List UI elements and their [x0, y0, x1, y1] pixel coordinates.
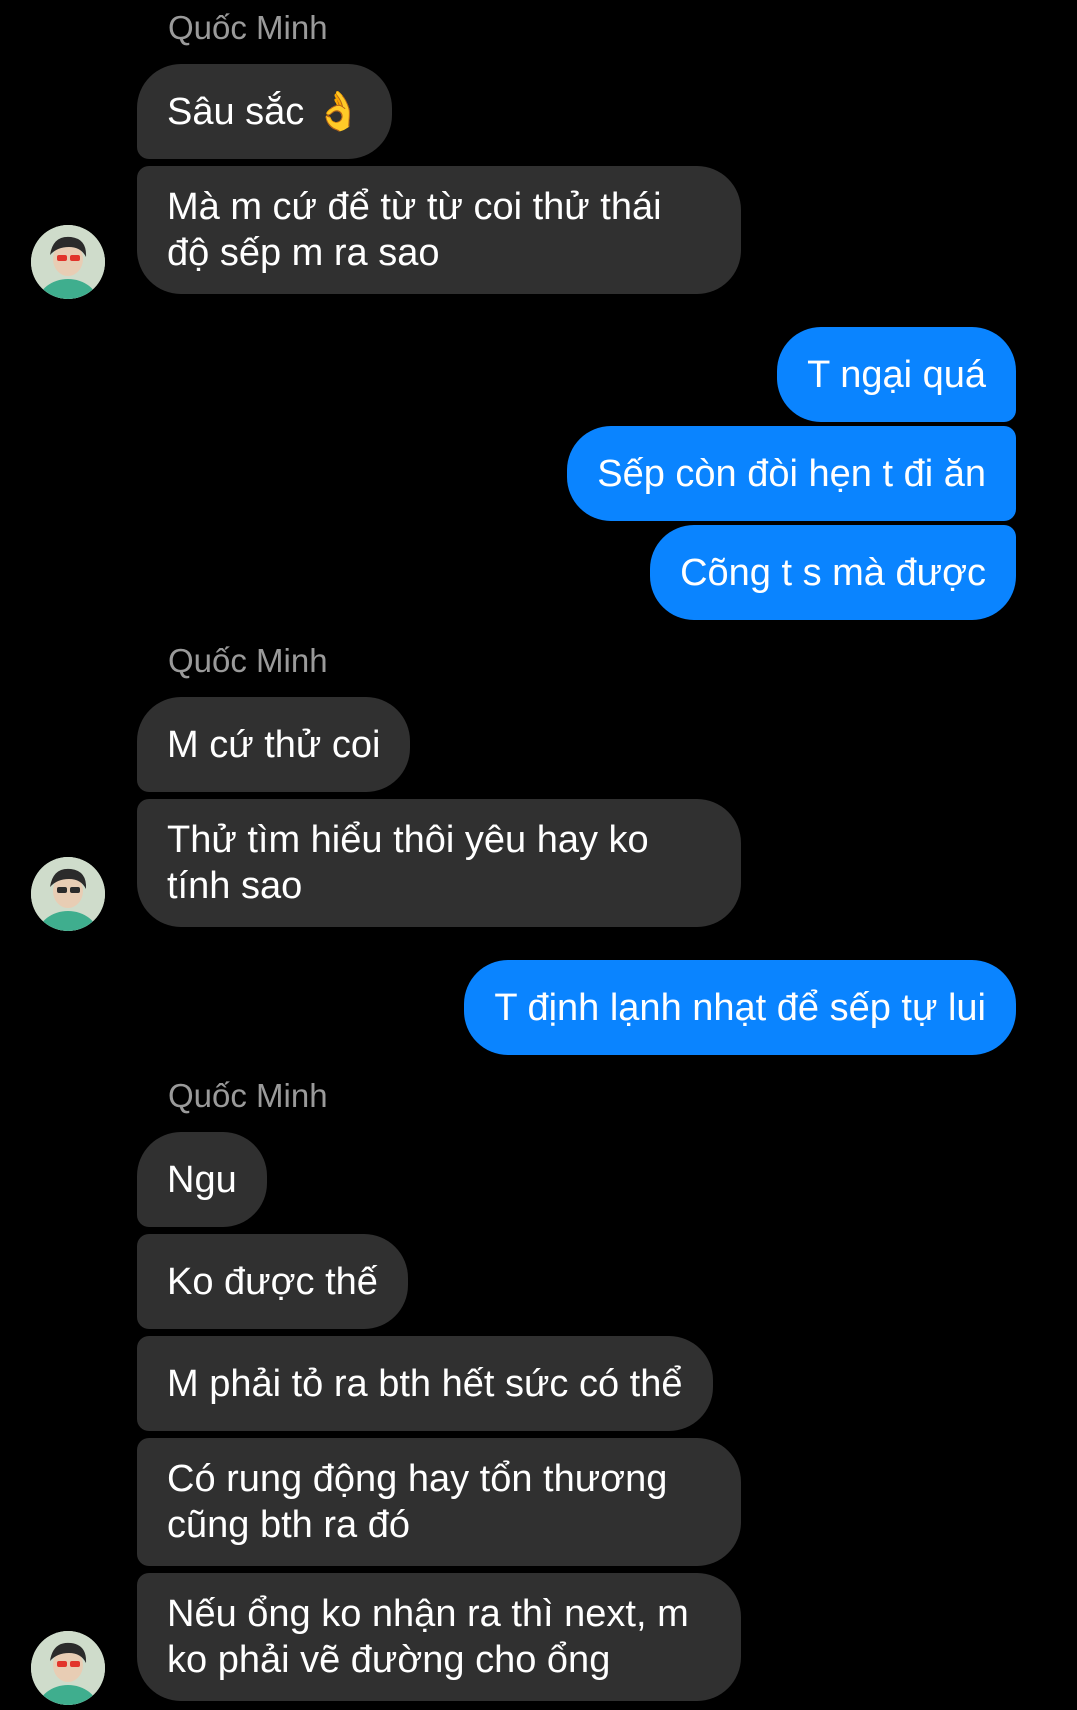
incoming-message-bubble[interactable]: Ngu [137, 1132, 267, 1227]
incoming-message-bubble[interactable]: Nếu ổng ko nhận ra thì next, m ko phải v… [137, 1573, 741, 1701]
outgoing-message-bubble[interactable]: T ngại quá [777, 327, 1016, 422]
avatar[interactable] [31, 1631, 105, 1705]
incoming-message-bubble[interactable]: Thử tìm hiểu thôi yêu hay ko tính sao [137, 799, 741, 927]
sender-name: Quốc Minh [168, 1077, 328, 1114]
incoming-message-bubble[interactable]: Có rung động hay tổn thương cũng bth ra … [137, 1438, 741, 1566]
outgoing-message-bubble[interactable]: T định lạnh nhạt để sếp tự lui [464, 960, 1016, 1055]
incoming-message-bubble[interactable]: Ko được thế [137, 1234, 408, 1329]
incoming-message-bubble[interactable]: Sâu sắc 👌 [137, 64, 393, 159]
avatar[interactable] [31, 857, 105, 931]
outgoing-message-bubble[interactable]: Sếp còn đòi hẹn t đi ăn [567, 426, 1016, 521]
incoming-message-bubble[interactable]: Mà m cứ để từ từ coi thử thái độ sếp m r… [137, 166, 741, 294]
sender-name: Quốc Minh [168, 642, 328, 679]
incoming-message-bubble[interactable]: M phải tỏ ra bth hết sức có thể [137, 1336, 713, 1431]
sender-name: Quốc Minh [168, 9, 328, 46]
incoming-message-bubble[interactable]: M cứ thử coi [137, 697, 411, 792]
outgoing-message-bubble[interactable]: Cõng t s mà được [650, 525, 1016, 620]
avatar[interactable] [31, 225, 105, 299]
